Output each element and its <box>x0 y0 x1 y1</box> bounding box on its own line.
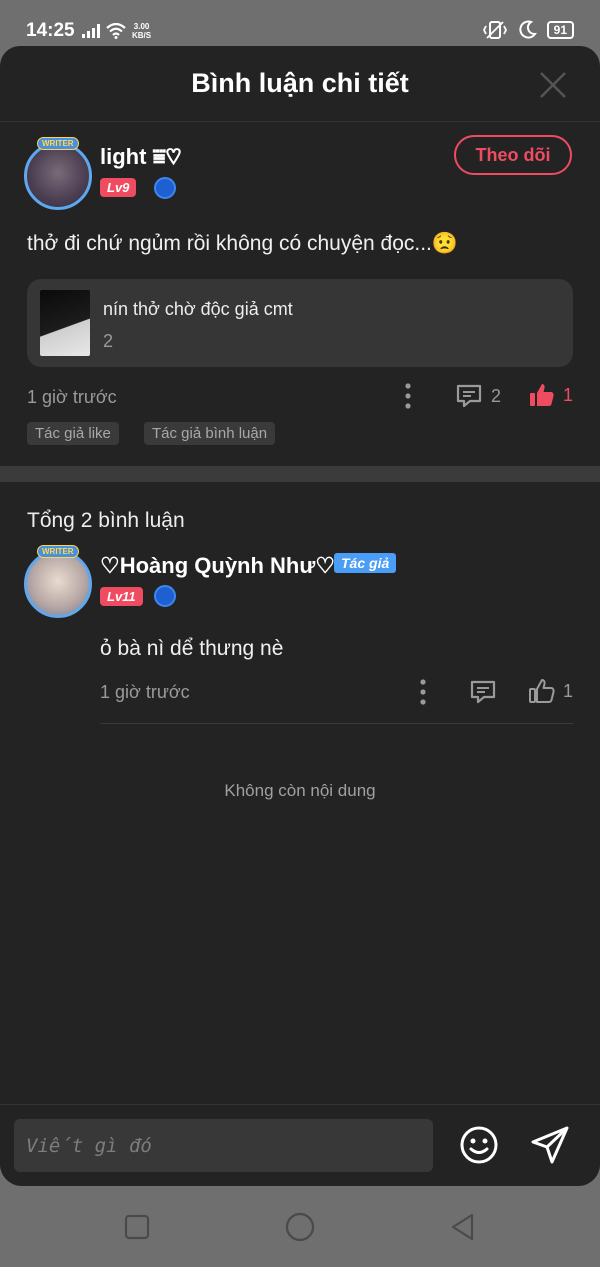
wifi-icon <box>106 23 126 39</box>
status-bar: 14:25 3.00 KB/S 91 <box>0 0 600 46</box>
reply-more-options-icon[interactable] <box>420 679 426 705</box>
quoted-post-card[interactable]: nín thở chờ độc giả cmt 2 <box>27 279 573 367</box>
section-divider <box>0 466 600 482</box>
reply-level-badge: Lv11 <box>100 587 143 606</box>
reply-time: 1 giờ trước <box>100 682 190 702</box>
status-left-icons: 3.00 KB/S <box>82 22 151 40</box>
emoji-icon[interactable] <box>459 1125 499 1165</box>
net-speed: 3.00 KB/S <box>132 22 151 40</box>
comment-icon <box>456 384 482 408</box>
sheet-title: Bình luận chi tiết <box>191 68 409 98</box>
reply-separator <box>100 723 573 724</box>
quoted-post-thumbnail <box>40 290 90 356</box>
back-icon[interactable] <box>448 1212 478 1242</box>
system-nav-bar <box>0 1186 600 1267</box>
close-icon[interactable] <box>538 70 568 100</box>
send-icon[interactable] <box>530 1125 570 1165</box>
reply-text: ỏ bà nì dể thưng nè <box>100 637 284 660</box>
end-of-content-text: Không còn nội dung <box>224 781 376 800</box>
signal-icon <box>82 24 100 38</box>
thumbs-up-icon <box>529 679 555 703</box>
writer-badge: WRITER <box>37 137 79 150</box>
reply-comment-icon[interactable] <box>469 679 497 705</box>
net-speed-unit: KB/S <box>132 31 152 40</box>
total-comments-label: Tổng 2 bình luận <box>27 509 185 532</box>
comment-detail-sheet: Bình luận chi tiết WRITER light ⩸♡ Lv9 T… <box>0 46 600 1186</box>
gem-icon <box>154 585 176 607</box>
quoted-post-count: 2 <box>103 331 114 351</box>
reply-username[interactable]: ♡Hoàng Quỳnh Như♡ <box>100 553 335 579</box>
follow-button[interactable]: Theo dõi <box>454 135 572 175</box>
comment-input[interactable] <box>14 1119 433 1172</box>
reply-avatar-frame: WRITER <box>24 545 92 618</box>
quoted-post-title: nín thở chờ độc giả cmt <box>103 299 293 319</box>
avatar[interactable]: WRITER <box>24 137 92 210</box>
author-badge: Tác giả <box>334 553 397 573</box>
status-right-icons: 91 <box>482 20 574 40</box>
sheet-header: Bình luận chi tiết <box>0 46 600 122</box>
writer-badge: WRITER <box>37 545 79 558</box>
gem-icon <box>154 177 176 199</box>
net-speed-value: 3.00 <box>133 22 150 31</box>
thumbs-up-filled-icon <box>530 384 554 406</box>
reply-avatar[interactable]: WRITER <box>24 545 92 618</box>
more-options-icon[interactable] <box>405 383 411 409</box>
battery-icon: 91 <box>546 21 574 39</box>
level-badge: Lv9 <box>100 178 137 197</box>
comment-time: 1 giờ trước <box>27 387 117 407</box>
recent-apps-icon[interactable] <box>122 1212 152 1242</box>
like-count: 1 <box>563 384 574 405</box>
username[interactable]: light ⩸♡ <box>100 144 181 170</box>
comment-text: thở đi chứ ngủm rồi không có chuyện đọc.… <box>27 232 459 255</box>
like-action[interactable]: 1 <box>529 382 573 408</box>
reply-count: 2 <box>491 385 502 406</box>
tag-author-comment: Tác giả bình luận <box>144 422 276 445</box>
tag-author-like: Tác giả like <box>27 422 119 445</box>
reply-action[interactable]: 2 <box>455 383 501 409</box>
home-icon[interactable] <box>285 1212 315 1242</box>
reply-like-action[interactable]: 1 <box>529 678 573 704</box>
reply-like-count: 1 <box>563 680 574 701</box>
avatar-frame: WRITER <box>24 137 92 210</box>
vibrate-icon <box>482 21 507 39</box>
status-time: 14:25 <box>26 20 75 41</box>
comment-input-bar <box>0 1104 600 1186</box>
moon-icon <box>519 20 537 39</box>
